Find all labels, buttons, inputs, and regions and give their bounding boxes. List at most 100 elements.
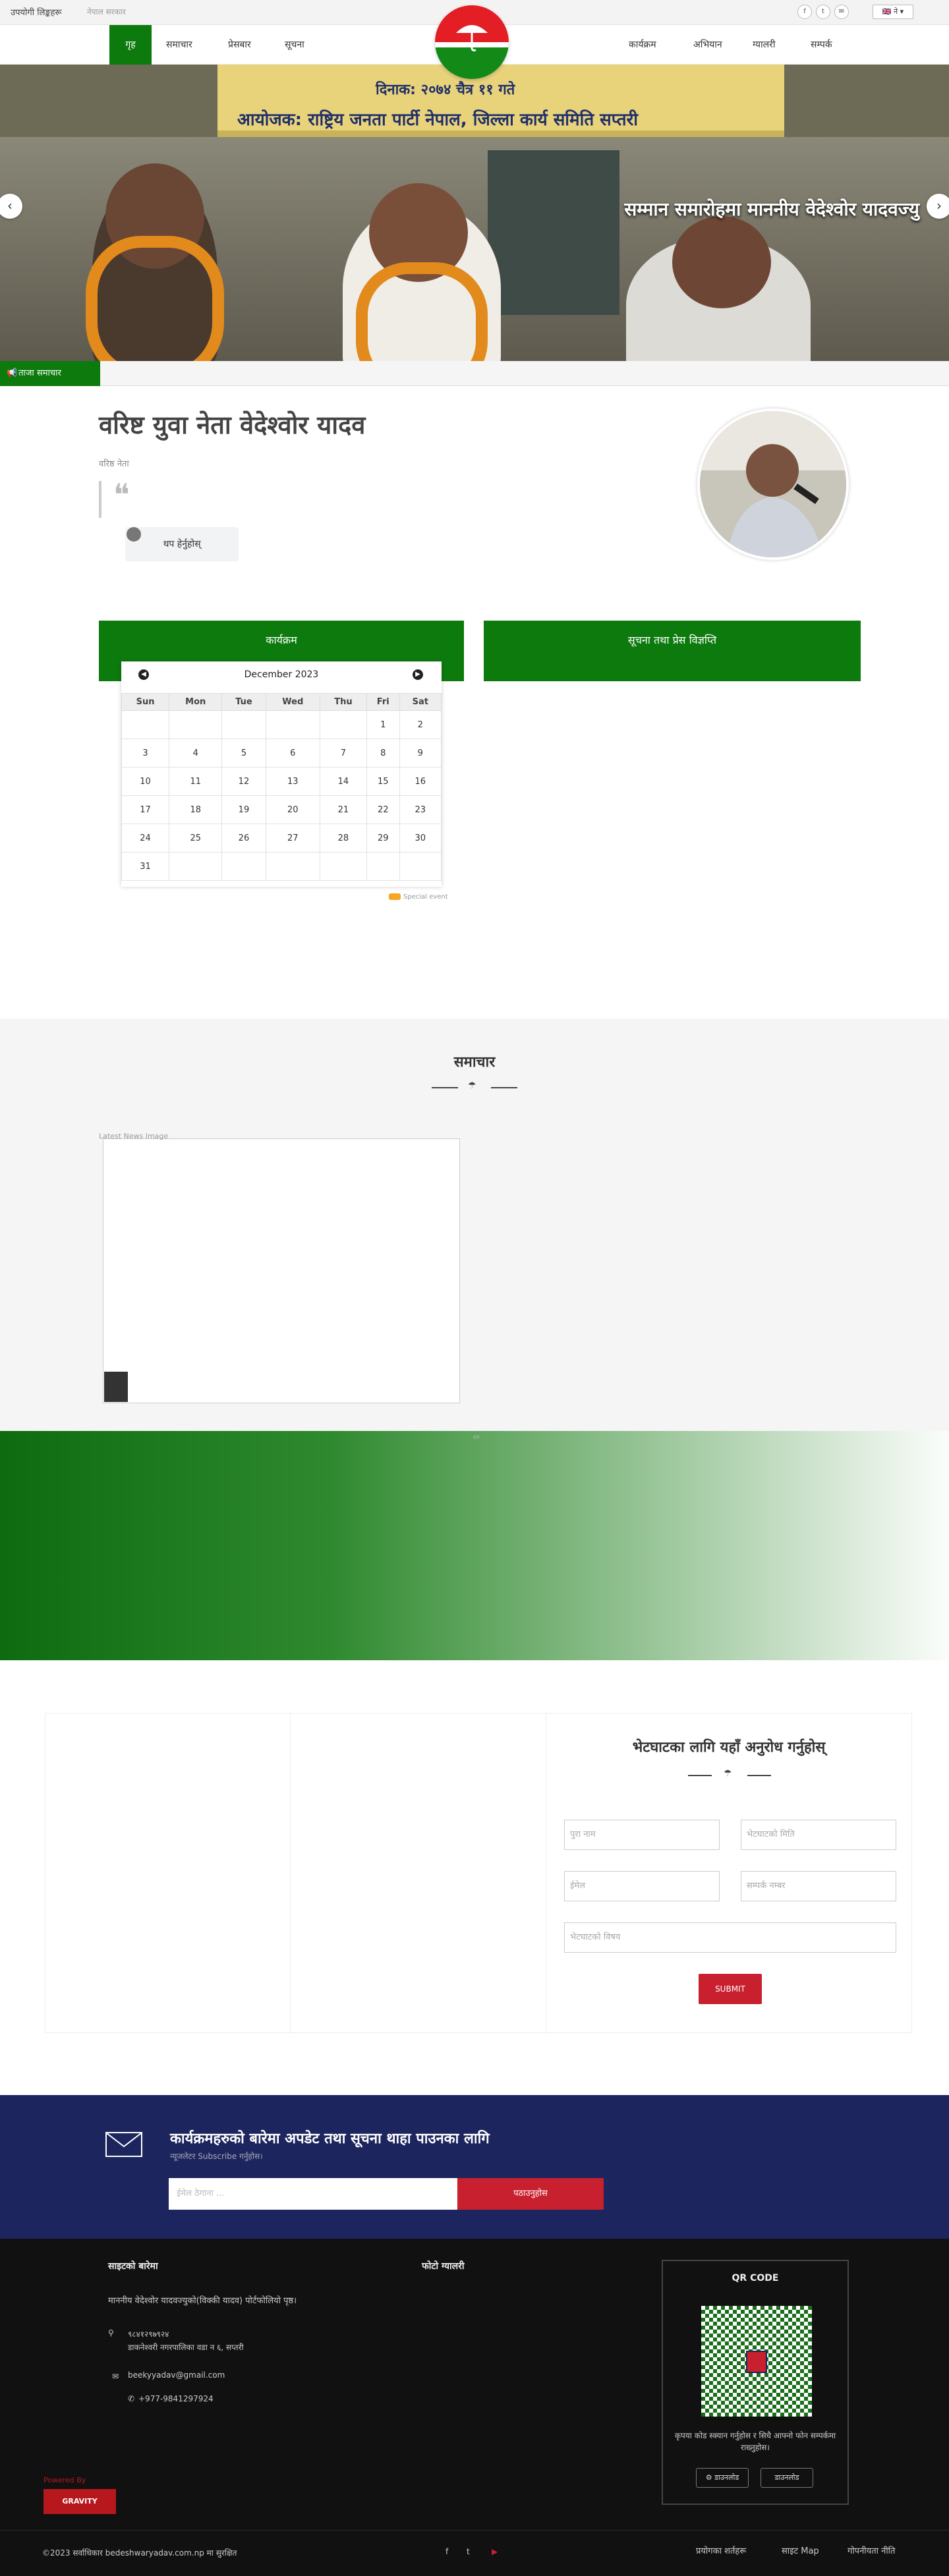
email-field[interactable]: ईमेल <box>564 1871 720 1901</box>
slide-caption: सम्मान समारोहमा माननीय वेदेश्वोर यादवज्य… <box>624 198 919 220</box>
nepal-govt-link[interactable]: नेपाल सरकार <box>87 6 126 17</box>
ios-label: डाउनलोड <box>774 2473 799 2482</box>
umbrella-icon: ☂ <box>468 1080 476 1091</box>
footer-link-terms[interactable]: प्रयोगका शर्तहरू <box>696 2544 746 2556</box>
subject-field[interactable]: भेटघाटको विषय <box>564 1922 896 1953</box>
calendar-day[interactable]: 28 <box>319 824 367 853</box>
ornament-line-right <box>491 1087 517 1088</box>
read-more-button[interactable]: थप हेर्नुहोस् <box>125 527 239 561</box>
calendar-day[interactable]: 23 <box>399 795 442 824</box>
calendar-day[interactable]: 12 <box>221 767 266 796</box>
name-field[interactable]: पुरा नाम <box>564 1820 720 1850</box>
nav-events[interactable]: कार्यक्रम <box>616 25 670 65</box>
calendar-day[interactable]: 22 <box>366 795 400 824</box>
calendar-day <box>221 852 266 881</box>
footer-link-privacy[interactable]: गोपनीयता नीति <box>848 2544 895 2556</box>
calendar-prev-icon[interactable]: ◀ <box>138 669 149 680</box>
date-field[interactable]: भेटघाटको मिति <box>741 1820 896 1850</box>
calendar-day[interactable]: 14 <box>319 767 367 796</box>
calendar-next-icon[interactable]: ▶ <box>413 669 423 680</box>
calendar-day[interactable]: 25 <box>169 824 223 853</box>
calendar-day[interactable]: 6 <box>265 739 320 768</box>
footer-twitter-icon[interactable]: t <box>467 2547 470 2556</box>
calendar-day[interactable]: 16 <box>399 767 442 796</box>
mail-icon[interactable]: ✉ <box>834 5 849 19</box>
calendar-day <box>366 852 400 881</box>
calendar-day[interactable]: 4 <box>169 739 223 768</box>
calendar-day[interactable]: 5 <box>221 739 266 768</box>
notices-section-button[interactable]: सूचना तथा प्रेस विज्ञप्ति <box>484 621 861 681</box>
contact-title: भेटघाटका लागि यहाँ अनुरोध गर्नुहोस् <box>632 1739 826 1756</box>
nav-notice[interactable]: सूचना <box>272 25 318 65</box>
submit-button[interactable]: SUBMIT <box>699 1974 762 2004</box>
calendar-day <box>169 852 223 881</box>
user-icon <box>127 527 141 542</box>
facebook-icon[interactable]: f <box>797 5 812 19</box>
calendar-day[interactable]: 18 <box>169 795 223 824</box>
calendar-day[interactable]: 21 <box>319 795 367 824</box>
calendar-day[interactable]: 20 <box>265 795 320 824</box>
address-line-2: डाकनेश्वरी नगरपालिका वडा न ६, सप्तरी <box>128 2343 244 2352</box>
nav-home[interactable]: गृह <box>109 25 152 65</box>
calendar-day <box>221 710 266 739</box>
newsletter-send-button[interactable]: पठाउनुहोस <box>457 2178 604 2210</box>
profile-photo <box>697 408 849 560</box>
footer-link-sitemap[interactable]: साइट Map <box>782 2544 819 2556</box>
calendar-day[interactable]: 8 <box>366 739 400 768</box>
green-banner <box>0 1431 949 1660</box>
nav-gallery[interactable]: ग्यालरी <box>739 25 789 65</box>
calendar-day[interactable]: 30 <box>399 824 442 853</box>
party-logo[interactable] <box>435 5 509 79</box>
slider-next-icon[interactable]: › <box>927 194 949 219</box>
copyright-text: ©2023 सर्वाधिकार bedeshwaryadav.com.np म… <box>42 2548 237 2558</box>
calendar-day-header: Mon <box>169 693 223 711</box>
calendar-day[interactable]: 2 <box>399 710 442 739</box>
footer-email[interactable]: beekyyadav@gmail.com <box>128 2370 225 2380</box>
calendar-day[interactable]: 1 <box>366 710 400 739</box>
photo-gallery-title: फोटो ग्यालरी <box>422 2261 465 2272</box>
footer-facebook-icon[interactable]: f <box>446 2547 448 2556</box>
calendar-day[interactable]: 26 <box>221 824 266 853</box>
calendar-day <box>399 852 442 881</box>
calendar-day[interactable]: 7 <box>319 739 367 768</box>
news-card[interactable] <box>103 1138 460 1403</box>
contact-ornament-left <box>688 1775 712 1776</box>
ios-download-button[interactable]: डाउनलोड <box>761 2468 813 2488</box>
calendar-day[interactable]: 24 <box>121 824 170 853</box>
nav-press[interactable]: प्रेसबार <box>215 25 264 65</box>
newsletter-email-input[interactable]: ईमेल ठेगाना ... <box>169 2178 457 2210</box>
calendar-day[interactable]: 15 <box>366 767 400 796</box>
footer-phone[interactable]: +977-9841297924 <box>138 2394 214 2403</box>
calendar-day[interactable]: 29 <box>366 824 400 853</box>
events-section-label: कार्यक्रम <box>266 634 297 646</box>
gravity-logo[interactable]: GRAVITY <box>43 2489 116 2514</box>
calendar-day[interactable]: 10 <box>121 767 170 796</box>
twitter-icon[interactable]: t <box>816 5 830 19</box>
notices-section-label: सूचना तथा प्रेस विज्ञप्ति <box>627 634 717 646</box>
quote-icon: ❝ <box>113 477 130 513</box>
calendar-week: 31 <box>121 852 442 881</box>
news-date-badge <box>104 1372 128 1402</box>
nav-campaign[interactable]: अभियान <box>680 25 735 65</box>
calendar-day[interactable]: 31 <box>121 852 170 881</box>
calendar-day[interactable]: 3 <box>121 739 170 768</box>
calendar-day[interactable]: 17 <box>121 795 170 824</box>
useful-links[interactable]: उपयोगी लिङ्कहरू <box>11 6 62 18</box>
calendar-day[interactable]: 11 <box>169 767 223 796</box>
calendar-day[interactable]: 9 <box>399 739 442 768</box>
phone-field[interactable]: सम्पर्क नम्बर <box>741 1871 896 1901</box>
language-selector[interactable]: 🇬🇧 ने ▾ <box>873 5 913 19</box>
nav-contact[interactable]: सम्पर्क <box>797 25 846 65</box>
subscribe-title: कार्यक्रमहरुको बारेमा अपडेट तथा सूचना था… <box>170 2131 490 2147</box>
calendar-day-header: Fri <box>366 693 400 711</box>
calendar-week: 17 18 19 20 21 22 23 <box>121 795 442 824</box>
calendar-month: December 2023 <box>244 669 319 680</box>
calendar-day[interactable]: 13 <box>265 767 320 796</box>
nav-news[interactable]: समाचार <box>153 25 206 65</box>
calendar-day[interactable]: 27 <box>265 824 320 853</box>
calendar-week: 10 11 12 13 14 15 16 <box>121 767 442 796</box>
android-download-button[interactable]: ⚙ डाउनलोड <box>696 2468 749 2488</box>
calendar-day[interactable]: 19 <box>221 795 266 824</box>
email-icon: ✉ <box>112 2372 119 2381</box>
footer-youtube-icon[interactable]: ▶ <box>492 2547 498 2556</box>
